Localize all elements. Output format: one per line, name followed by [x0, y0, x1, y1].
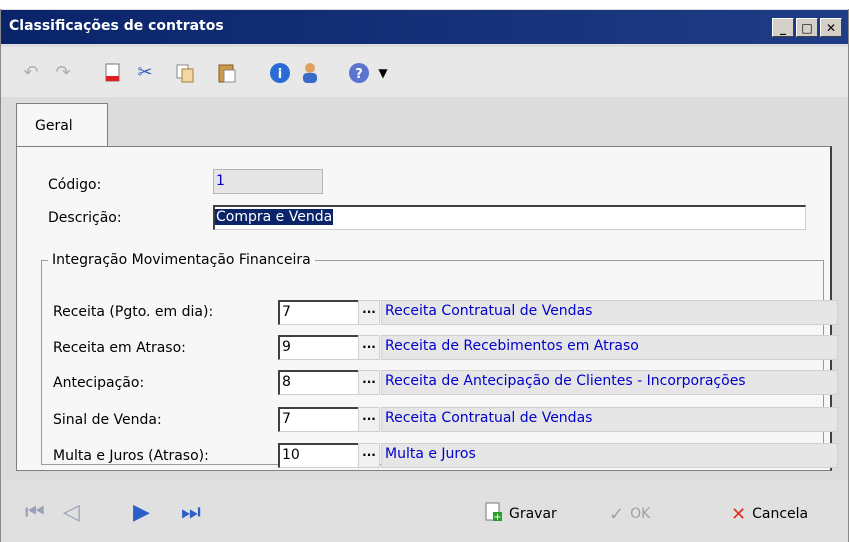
- last-record-icon[interactable]: ⏭: [181, 502, 201, 524]
- undo-icon[interactable]: ↶: [19, 61, 43, 85]
- svg-text:?: ?: [355, 67, 363, 82]
- receita-label: Receita (Pgto. em dia):: [53, 304, 214, 320]
- dropdown-arrow-icon[interactable]: ▼: [371, 61, 395, 85]
- group-legend: Integração Movimentação Financeira: [52, 252, 311, 268]
- copy-icon[interactable]: [173, 61, 197, 85]
- ok-button[interactable]: ✓ OK: [609, 503, 650, 525]
- sinal-venda-lookup-button[interactable]: ···: [358, 407, 380, 432]
- multa-juros-code-input[interactable]: 10: [278, 443, 360, 468]
- title-bar: Classificações de contratos _ □ ✕: [1, 10, 848, 44]
- descricao-value: Compra e Venda: [215, 209, 334, 225]
- descricao-label: Descrição:: [48, 210, 122, 226]
- integration-group: Integração Movimentação Financeira Recei…: [41, 252, 838, 468]
- tab-label: Geral: [35, 118, 73, 134]
- sinal-venda-label: Sinal de Venda:: [53, 412, 162, 428]
- receita-description: Receita Contratual de Vendas: [381, 300, 838, 325]
- sinal-venda-code-input[interactable]: 7: [278, 407, 360, 432]
- help-icon[interactable]: ?: [347, 61, 371, 85]
- receita-atraso-lookup-button[interactable]: ···: [358, 335, 380, 360]
- first-record-icon[interactable]: ⏮: [25, 502, 45, 524]
- tab-geral[interactable]: Geral: [16, 103, 108, 147]
- checkmark-icon: ✓: [609, 503, 625, 525]
- maximize-button[interactable]: □: [796, 18, 818, 37]
- user-icon[interactable]: [297, 61, 321, 85]
- window-title: Classificações de contratos: [9, 18, 224, 34]
- redo-icon[interactable]: ↷: [51, 61, 75, 85]
- multa-juros-lookup-button[interactable]: ···: [358, 443, 380, 468]
- tab-strip: Geral: [16, 99, 832, 147]
- ok-label: OK: [630, 506, 651, 522]
- svg-text:+: +: [493, 512, 501, 522]
- toolbar: ↶ ↷ ✂ i ? ▼: [1, 47, 848, 97]
- save-icon: +: [485, 502, 503, 527]
- cancela-button[interactable]: ✕ Cancela: [731, 503, 808, 525]
- next-record-icon[interactable]: ▶: [133, 502, 150, 524]
- receita-atraso-label: Receita em Atraso:: [53, 340, 186, 356]
- bottom-bar: ⏮ ◁ ▶ ⏭ + Gravar ✓ OK ✕ Cancela: [1, 481, 848, 542]
- cancela-label: Cancela: [752, 506, 809, 522]
- receita-lookup-button[interactable]: ···: [358, 300, 380, 325]
- previous-record-icon[interactable]: ◁: [63, 502, 80, 524]
- new-document-icon[interactable]: [101, 61, 125, 85]
- svg-text:i: i: [278, 67, 282, 82]
- antecipacao-code-input[interactable]: 8: [278, 370, 360, 395]
- multa-juros-label: Multa e Juros (Atraso):: [53, 448, 209, 464]
- info-icon[interactable]: i: [268, 61, 292, 85]
- descricao-input[interactable]: Compra e Venda: [213, 205, 806, 230]
- codigo-field: 1: [213, 169, 323, 194]
- receita-code-input[interactable]: 7: [278, 300, 360, 325]
- cut-icon[interactable]: ✂: [133, 61, 157, 85]
- gravar-label: Gravar: [509, 506, 557, 522]
- tab-panel-geral: Código: 1 Descrição: Compra e Venda Inte…: [16, 146, 838, 471]
- antecipacao-lookup-button[interactable]: ···: [358, 370, 380, 395]
- paste-icon[interactable]: [215, 61, 239, 85]
- codigo-label: Código:: [48, 177, 102, 193]
- cancel-icon: ✕: [731, 503, 747, 525]
- antecipacao-label: Antecipação:: [53, 375, 145, 391]
- receita-atraso-code-input[interactable]: 9: [278, 335, 360, 360]
- minimize-button[interactable]: _: [772, 18, 794, 37]
- gravar-button[interactable]: + Gravar: [485, 502, 557, 527]
- close-button[interactable]: ✕: [820, 18, 842, 37]
- antecipacao-description: Receita de Antecipação de Clientes - Inc…: [381, 370, 838, 395]
- sinal-venda-description: Receita Contratual de Vendas: [381, 407, 838, 432]
- receita-atraso-description: Receita de Recebimentos em Atraso: [381, 335, 838, 360]
- multa-juros-description: Multa e Juros: [381, 443, 838, 468]
